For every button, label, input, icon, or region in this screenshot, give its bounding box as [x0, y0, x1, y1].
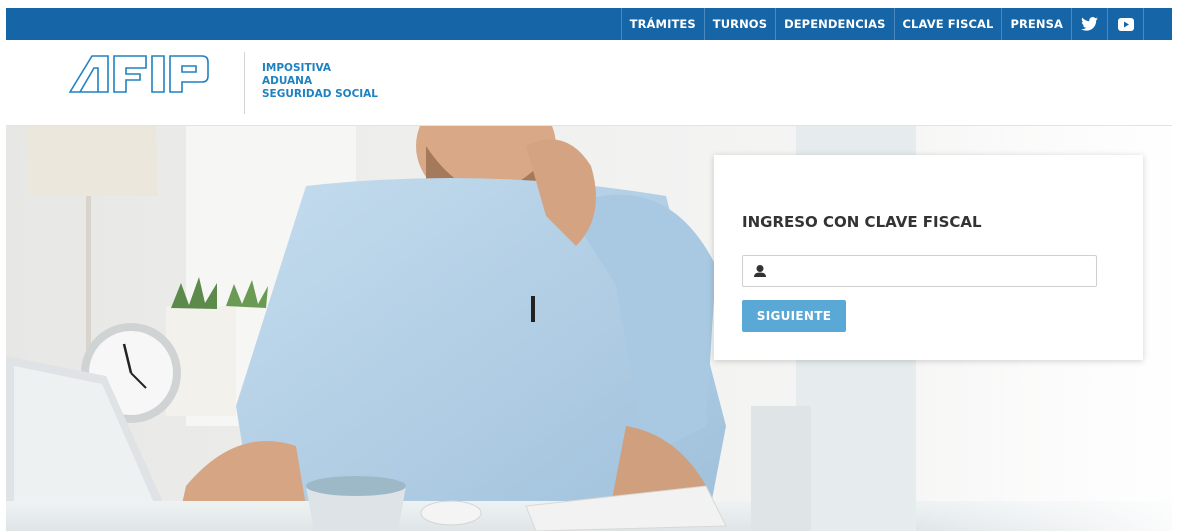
next-button[interactable]: SIGUIENTE [742, 300, 846, 332]
tagline-aduana: ADUANA [262, 75, 313, 87]
afip-logo[interactable] [68, 54, 238, 94]
site-header: IMPOSITIVA ADUANA SEGURIDAD SOCIAL [6, 40, 1172, 126]
cuit-input[interactable] [775, 258, 1091, 284]
top-nav: TRÁMITES TURNOS DEPENDENCIAS CLAVE FISCA… [620, 8, 1144, 40]
login-title: INGRESO CON CLAVE FISCAL [742, 213, 982, 231]
cuit-input-field[interactable] [742, 255, 1097, 287]
tagline-seguridad-social: SEGURIDAD SOCIAL [262, 88, 379, 100]
agency-tagline: IMPOSITIVA ADUANA SEGURIDAD SOCIAL [262, 62, 378, 101]
youtube-icon[interactable] [1108, 8, 1144, 40]
user-icon [754, 265, 766, 277]
nav-item-tramites[interactable]: TRÁMITES [620, 8, 705, 40]
login-card: INGRESO CON CLAVE FISCAL SIGUIENTE [714, 155, 1143, 360]
nav-item-clave-fiscal[interactable]: CLAVE FISCAL [895, 8, 1003, 40]
nav-item-turnos[interactable]: TURNOS [705, 8, 777, 40]
twitter-icon[interactable] [1072, 8, 1108, 40]
top-navigation-bar: TRÁMITES TURNOS DEPENDENCIAS CLAVE FISCA… [6, 8, 1172, 40]
nav-item-prensa[interactable]: PRENSA [1002, 8, 1072, 40]
logo-divider [244, 52, 245, 114]
tagline-impositiva: IMPOSITIVA [262, 62, 332, 74]
nav-item-dependencias[interactable]: DEPENDENCIAS [776, 8, 895, 40]
